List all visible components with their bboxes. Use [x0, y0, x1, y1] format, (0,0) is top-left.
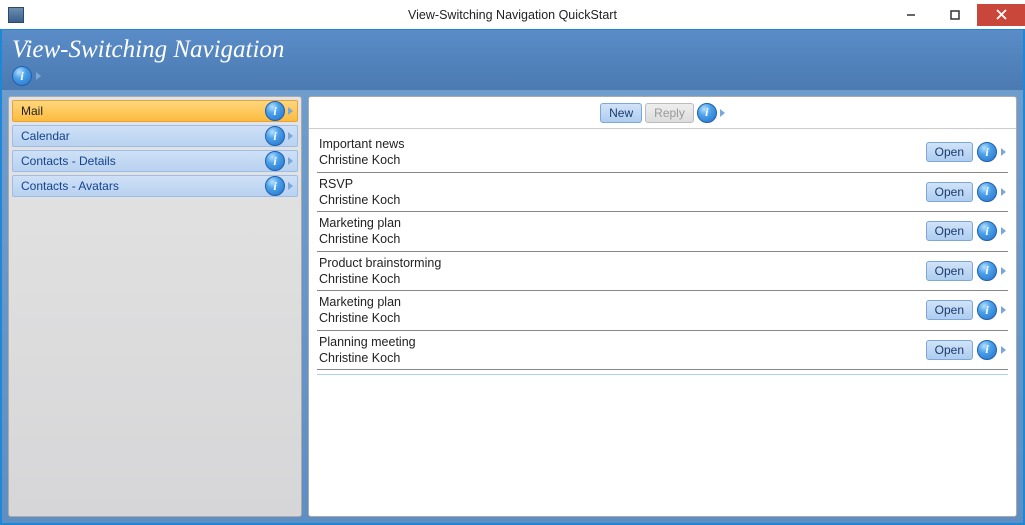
- chevron-right-icon: [1001, 267, 1006, 275]
- mail-sender: Christine Koch: [319, 350, 926, 366]
- content-area: MailiCalendariContacts - DetailsiContact…: [2, 90, 1023, 523]
- info-icon[interactable]: i: [977, 142, 997, 162]
- info-icon[interactable]: i: [265, 126, 285, 146]
- info-icon[interactable]: i: [265, 101, 285, 121]
- open-button[interactable]: Open: [926, 300, 973, 320]
- close-icon: [996, 9, 1007, 20]
- open-button[interactable]: Open: [926, 340, 973, 360]
- open-button[interactable]: Open: [926, 182, 973, 202]
- info-icon[interactable]: i: [12, 66, 32, 86]
- info-icon[interactable]: i: [265, 151, 285, 171]
- chevron-right-icon: [1001, 346, 1006, 354]
- mail-subject: RSVP: [319, 176, 926, 192]
- open-button[interactable]: Open: [926, 142, 973, 162]
- minimize-button[interactable]: [889, 4, 933, 26]
- mail-list: Important newsChristine KochOpeniRSVPChr…: [309, 129, 1016, 374]
- mail-row[interactable]: Marketing planChristine KochOpeni: [317, 212, 1008, 252]
- mail-sender: Christine Koch: [319, 152, 926, 168]
- mail-row[interactable]: Marketing planChristine KochOpeni: [317, 291, 1008, 331]
- sidebar-item-label: Mail: [21, 104, 265, 118]
- mail-row[interactable]: Product brainstormingChristine KochOpeni: [317, 252, 1008, 292]
- info-icon[interactable]: i: [977, 261, 997, 281]
- info-icon[interactable]: i: [977, 221, 997, 241]
- mail-subject: Marketing plan: [319, 215, 926, 231]
- chevron-right-icon: [1001, 148, 1006, 156]
- new-button[interactable]: New: [600, 103, 642, 123]
- info-icon[interactable]: i: [697, 103, 717, 123]
- page-title: View-Switching Navigation: [12, 36, 1013, 64]
- mail-row[interactable]: Important newsChristine KochOpeni: [317, 133, 1008, 173]
- chevron-right-icon: [720, 109, 725, 117]
- sidebar-item[interactable]: Calendari: [12, 125, 298, 147]
- close-button[interactable]: [977, 4, 1025, 26]
- mail-row[interactable]: RSVPChristine KochOpeni: [317, 173, 1008, 213]
- main-panel: New Reply i Important newsChristine Koch…: [308, 96, 1017, 517]
- sidebar-item-label: Contacts - Details: [21, 154, 265, 168]
- minimize-icon: [906, 10, 916, 20]
- sidebar-item-label: Contacts - Avatars: [21, 179, 265, 193]
- chevron-right-icon: [288, 182, 293, 190]
- header-breadcrumb: i: [12, 66, 1013, 86]
- toolbar: New Reply i: [309, 97, 1016, 129]
- open-button[interactable]: Open: [926, 261, 973, 281]
- sidebar-item[interactable]: Contacts - Avatarsi: [12, 175, 298, 197]
- chevron-right-icon: [288, 157, 293, 165]
- mail-row[interactable]: Planning meetingChristine KochOpeni: [317, 331, 1008, 371]
- chevron-right-icon: [1001, 227, 1006, 235]
- chevron-right-icon: [288, 132, 293, 140]
- chevron-right-icon: [36, 72, 41, 80]
- open-button[interactable]: Open: [926, 221, 973, 241]
- info-icon[interactable]: i: [265, 176, 285, 196]
- reply-button: Reply: [645, 103, 694, 123]
- window-controls: [889, 4, 1025, 26]
- mail-sender: Christine Koch: [319, 231, 926, 247]
- mail-subject: Important news: [319, 136, 926, 152]
- mail-sender: Christine Koch: [319, 310, 926, 326]
- window-body: View-Switching Navigation i MailiCalenda…: [0, 30, 1025, 525]
- chevron-right-icon: [1001, 188, 1006, 196]
- info-icon[interactable]: i: [977, 340, 997, 360]
- info-icon[interactable]: i: [977, 182, 997, 202]
- window-title: View-Switching Navigation QuickStart: [0, 8, 1025, 22]
- sidebar: MailiCalendariContacts - DetailsiContact…: [8, 96, 302, 517]
- sidebar-item[interactable]: Maili: [12, 100, 298, 122]
- sidebar-item-label: Calendar: [21, 129, 265, 143]
- mail-sender: Christine Koch: [319, 192, 926, 208]
- title-bar: View-Switching Navigation QuickStart: [0, 0, 1025, 30]
- chevron-right-icon: [288, 107, 293, 115]
- footer-separator: [317, 374, 1008, 381]
- mail-subject: Product brainstorming: [319, 255, 926, 271]
- mail-subject: Planning meeting: [319, 334, 926, 350]
- maximize-icon: [950, 10, 960, 20]
- header: View-Switching Navigation i: [2, 30, 1023, 90]
- mail-sender: Christine Koch: [319, 271, 926, 287]
- mail-subject: Marketing plan: [319, 294, 926, 310]
- info-icon[interactable]: i: [977, 300, 997, 320]
- sidebar-item[interactable]: Contacts - Detailsi: [12, 150, 298, 172]
- maximize-button[interactable]: [933, 4, 977, 26]
- chevron-right-icon: [1001, 306, 1006, 314]
